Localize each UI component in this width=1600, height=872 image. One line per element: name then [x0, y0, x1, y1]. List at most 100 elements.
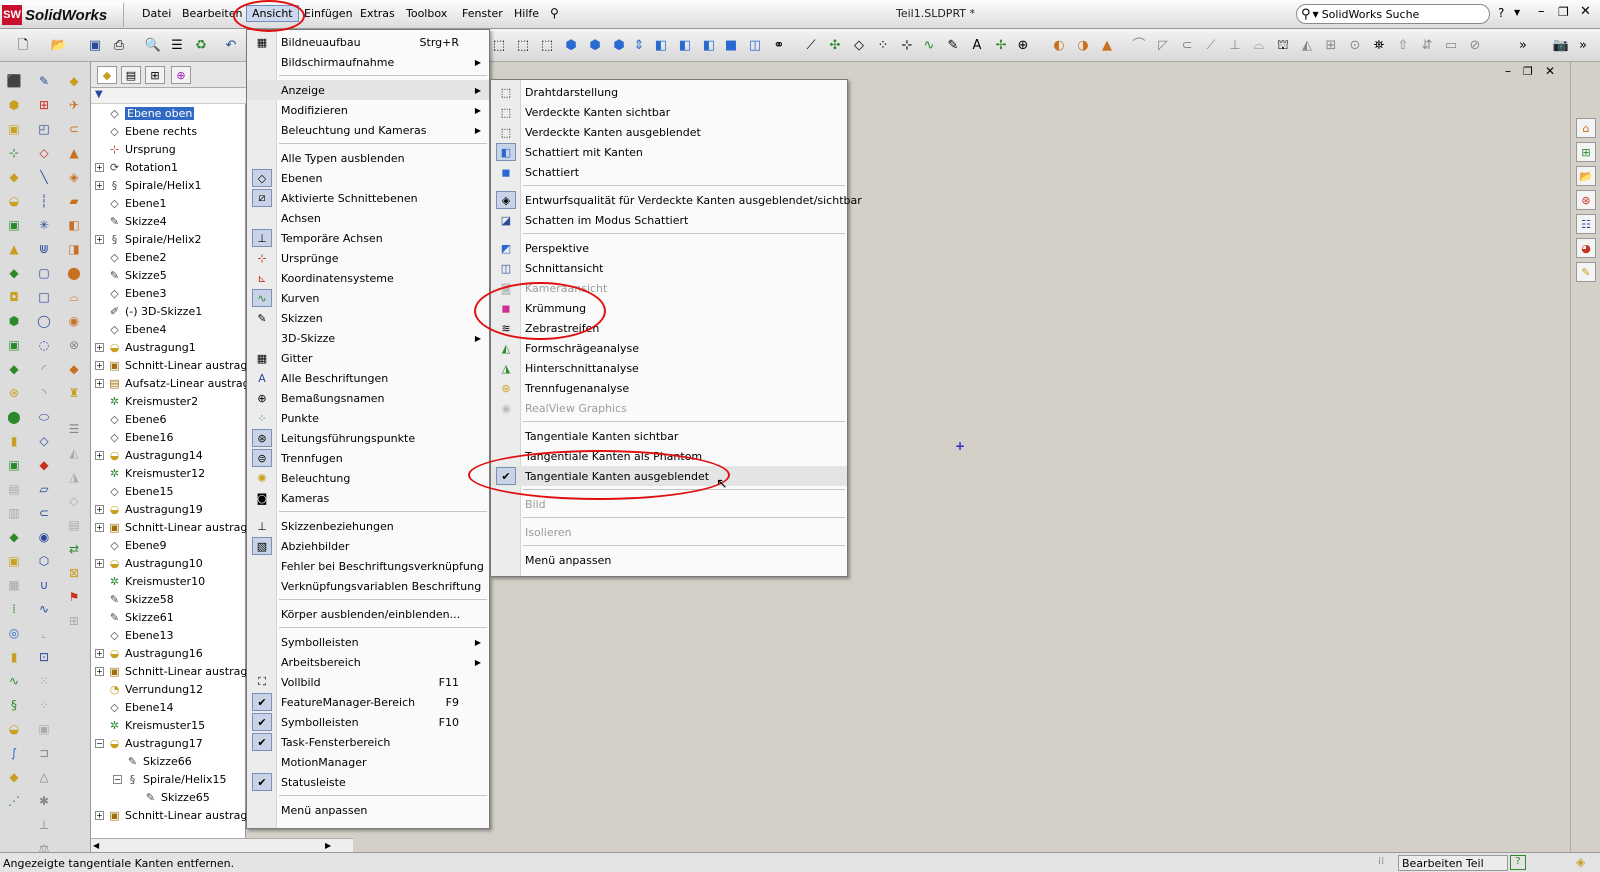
tree-item[interactable]: ✐ (-) 3D-Skizze1 — [95, 302, 202, 320]
feature-ribbon-icon-17[interactable]: ◮ — [65, 468, 83, 486]
featuremanager-tab-icon[interactable]: ◆ — [97, 66, 117, 84]
expand-icon[interactable]: + — [95, 378, 104, 388]
ansicht_menu-item-20[interactable]: ⁘ Punkte — [247, 408, 489, 428]
split-line-icon[interactable]: ⇵ — [1418, 36, 1436, 54]
ribbon-icon-31[interactable]: ⋰ — [5, 792, 23, 810]
anzeige_menu-item-10[interactable]: ◫ Schnittansicht — [491, 258, 847, 278]
ribbon-icon-24[interactable]: ◎ — [5, 624, 23, 642]
feature-ribbon-icon-23[interactable]: ⊞ — [65, 612, 83, 630]
tree-item[interactable]: ✲ Kreismuster12 — [95, 464, 205, 482]
tree-item[interactable]: + ▤ Aufsatz-Linear austragen — [95, 374, 246, 392]
ribbon-icon-30[interactable]: ◆ — [5, 768, 23, 786]
collapse-icon[interactable]: − — [95, 738, 104, 748]
doc-close-icon[interactable]: ✕ — [1545, 64, 1555, 78]
ribbon-icon-11[interactable]: ⬢ — [5, 312, 23, 330]
tree-item[interactable]: − § Spirale/Helix15 — [113, 770, 226, 788]
view-origins-icon[interactable]: ⊹ — [898, 36, 916, 54]
tree-item[interactable]: ◇ Ebene15 — [95, 482, 173, 500]
undo-icon[interactable]: ↶ — [222, 36, 240, 54]
tree-item[interactable]: ✎ Skizze66 — [113, 752, 192, 770]
hole-toolbar-icon[interactable]: ⊙ — [1346, 36, 1364, 54]
tree-item[interactable]: + § Spirale/Helix2 — [95, 230, 201, 248]
ribbon-icon-07[interactable]: ▣ — [5, 216, 23, 234]
feature-ribbon-icon-15[interactable]: ☰ — [65, 420, 83, 438]
anzeige_menu-item-3[interactable]: ◧ Schattiert mit Kanten — [491, 142, 847, 162]
ribbon-icon-28[interactable]: ◒ — [5, 720, 23, 738]
taskpane-file-explorer-icon[interactable]: ⊛ — [1576, 190, 1596, 210]
ansicht_menu-item-3[interactable]: Anzeige ▶ — [247, 80, 489, 100]
feature-ribbon-icon-19[interactable]: ▤ — [65, 516, 83, 534]
revolve-boss-icon[interactable]: ◑ — [1074, 36, 1092, 54]
view-routing-icon[interactable]: ⊕ — [1014, 36, 1032, 54]
fillet-toolbar-icon[interactable]: ⌒ — [1130, 36, 1148, 54]
taskpane-custom-properties-icon[interactable]: ✎ — [1576, 262, 1596, 282]
screen-capture-icon[interactable]: 📷 — [1552, 36, 1570, 54]
ribbon-icon-25[interactable]: ▮ — [5, 648, 23, 666]
polygon-red-icon[interactable]: ◆ — [35, 456, 53, 474]
tree-item[interactable]: ◇ Ebene1 — [95, 194, 166, 212]
ansicht_menu-item-1[interactable]: Bildschirmaufnahme ▶ — [247, 52, 489, 72]
delete-face-icon[interactable]: ⊘ — [1466, 36, 1484, 54]
ansicht_menu-item-36[interactable]: ✔ FeatureManager-Bereich F9 — [247, 692, 489, 712]
open-folder-icon[interactable]: 📂 — [50, 36, 68, 54]
move-face-icon[interactable]: ⇧ — [1394, 36, 1412, 54]
tree-item[interactable]: ◇ Ebene16 — [95, 428, 173, 446]
ribbon-icon-18[interactable]: ▤ — [5, 480, 23, 498]
ribbon-icon-02[interactable]: ⬢ — [5, 96, 23, 114]
ansicht_menu-item-5[interactable]: Beleuchtung und Kameras ▶ — [247, 120, 489, 140]
view-back-icon[interactable]: ⬚ — [514, 36, 532, 54]
feature-ribbon-icon-16[interactable]: ◭ — [65, 444, 83, 462]
rectangle-center-icon[interactable]: □ — [35, 288, 53, 306]
doc-minimize-icon[interactable]: – — [1505, 64, 1511, 78]
toolbar-options-icon[interactable]: » — [1574, 36, 1592, 54]
filter-icon[interactable]: ▼ — [95, 89, 103, 100]
feature-ribbon-icon-20[interactable]: ⇄ — [65, 540, 83, 558]
feature-ribbon-icon-02[interactable]: ✈ — [65, 96, 83, 114]
expand-icon[interactable]: + — [95, 504, 104, 514]
feature-ribbon-icon-09[interactable]: ⬤ — [65, 264, 83, 282]
line-icon[interactable]: ╲ — [35, 168, 53, 186]
feature-ribbon-icon-08[interactable]: ◨ — [65, 240, 83, 258]
expand-icon[interactable]: + — [95, 162, 104, 172]
ansicht_menu-item-42[interactable]: Menü anpassen — [247, 800, 489, 820]
tree-item[interactable]: ◇ Ebene4 — [95, 320, 166, 338]
dimetric-icon[interactable]: ◧ — [700, 36, 718, 54]
feature-ribbon-icon-11[interactable]: ◉ — [65, 312, 83, 330]
ansicht_menu-item-35[interactable]: ⛶ Vollbild F11 — [247, 672, 489, 692]
ribbon-icon-21[interactable]: ▣ — [5, 552, 23, 570]
ansicht_menu-item-17[interactable]: ▦ Gitter — [247, 348, 489, 368]
ansicht_menu-item-29[interactable]: Verknüpfungsvariablen Beschriftung — [247, 576, 489, 596]
status-help-icon[interactable]: ? — [1510, 855, 1526, 870]
taskpane-home-icon[interactable]: ⌂ — [1576, 118, 1596, 138]
two-view-icon[interactable]: ◫ — [746, 36, 764, 54]
restore-icon[interactable]: ❐ — [1558, 5, 1569, 19]
pin-icon[interactable]: ⚲ — [550, 6, 559, 20]
expand-icon[interactable]: + — [95, 558, 104, 568]
spline-icon[interactable]: ∿ — [35, 600, 53, 618]
ansicht_menu-item-16[interactable]: 3D-Skizze ▶ — [247, 328, 489, 348]
feature-ribbon-icon-07[interactable]: ◧ — [65, 216, 83, 234]
doc-restore-icon[interactable]: ❐ — [1523, 65, 1533, 78]
point-sketch-icon[interactable]: ✳ — [35, 216, 53, 234]
sketch-ribbon-icon-02[interactable]: ⊞ — [35, 96, 53, 114]
ansicht_menu-item-11[interactable]: ⊥ Temporäre Achsen — [247, 228, 489, 248]
ansicht_menu-item-22[interactable]: ⊜ Trennfugen — [247, 448, 489, 468]
feature-ribbon-icon-04[interactable]: ▲ — [65, 144, 83, 162]
anzeige_menu-item-20[interactable]: Tangentiale Kanten als Phantom — [491, 446, 847, 466]
anzeige_menu-item-6[interactable]: ◈ Entwurfsqualität für Verdeckte Kanten a… — [491, 190, 862, 210]
ribbon-icon-04[interactable]: ⊹ — [5, 144, 23, 162]
ansicht_menu-item-7[interactable]: Alle Typen ausblenden — [247, 148, 489, 168]
feature-ribbon-icon-10[interactable]: ⌓ — [65, 288, 83, 306]
tree-item[interactable]: ✎ Skizze4 — [95, 212, 167, 230]
tree-item[interactable]: ✎ Skizze65 — [131, 788, 210, 806]
ansicht_menu-item-13[interactable]: ⊾ Koordinatensysteme — [247, 268, 489, 288]
anzeige_menu-item-12[interactable]: ◼ Krümmung — [491, 298, 847, 318]
tree-item[interactable]: ◇ Ebene14 — [95, 698, 173, 716]
ansicht_menu-item-10[interactable]: Achsen — [247, 208, 489, 228]
feature-ribbon-icon-03[interactable]: ⊂ — [65, 120, 83, 138]
tree-item[interactable]: + ▣ Schnitt-Linear austragen — [95, 806, 246, 824]
taskpane-design-library-icon[interactable]: 📂 — [1576, 166, 1596, 186]
sketch-ribbon-icon-03[interactable]: ◰ — [35, 120, 53, 138]
propertymanager-tab-icon[interactable]: ▤ — [121, 66, 141, 84]
rib-toolbar-icon[interactable]: ⟋ — [1202, 36, 1220, 54]
